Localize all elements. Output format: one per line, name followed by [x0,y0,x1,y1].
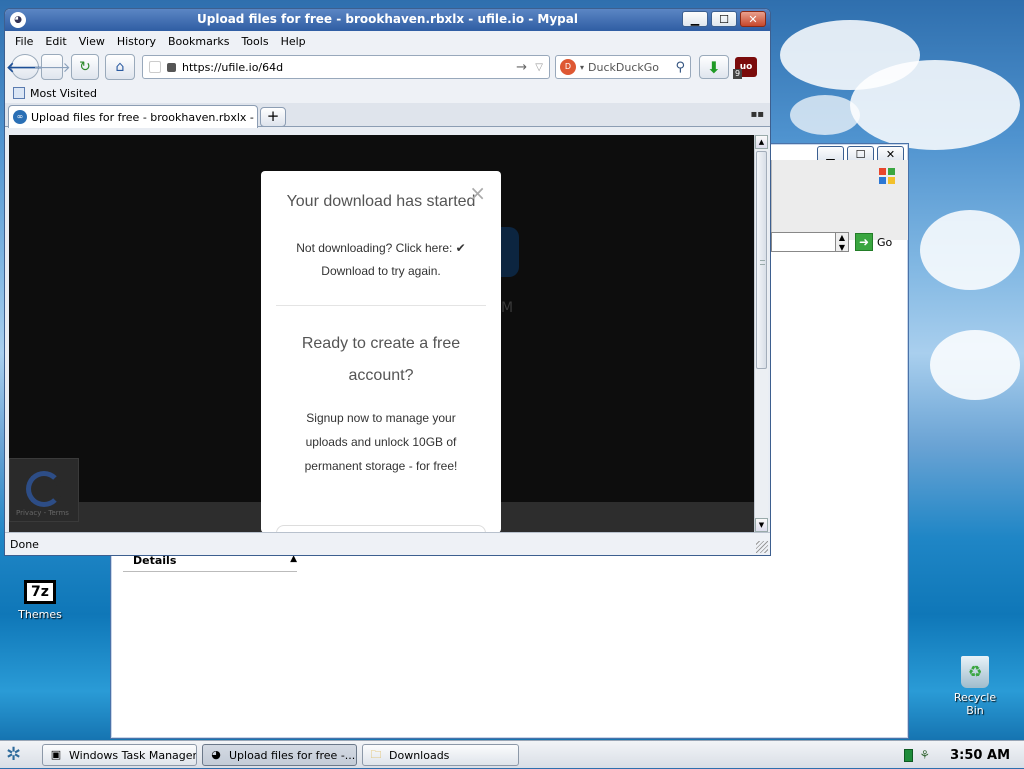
cloud [930,330,1020,400]
recaptcha-icon [26,471,62,507]
page-icon [149,61,161,73]
search-engine-dropdown-icon[interactable]: ▾ [580,63,584,72]
most-visited-link[interactable]: Most Visited [30,87,97,100]
menu-bookmarks[interactable]: Bookmarks [162,35,235,48]
downloads-button[interactable]: ⬇ [699,55,729,79]
url-text: https://ufile.io/64d [182,60,284,74]
ublock-badge: 9 [733,69,743,79]
scroll-thumb[interactable] [756,151,767,369]
system-tray: ⚘ 3:50 AM [904,741,1024,769]
menu-tools[interactable]: Tools [235,35,274,48]
close-icon[interactable]: × [469,183,486,203]
desktop-icon-label: Themes [18,608,62,621]
status-bar: Done [5,532,770,555]
menu-history[interactable]: History [111,35,162,48]
windows-logo-icon [877,166,897,186]
signup-text: Signup now to manage your uploads and un… [304,411,458,473]
cloud [920,210,1020,290]
tab-active[interactable]: ∞ Upload files for free - brookhaven.rbx… [8,105,258,128]
dropdown-icon[interactable]: ▽ [535,62,543,73]
divider [276,305,486,306]
desktop-icon-themes[interactable]: 7z Themes [14,580,66,621]
ublock-button[interactable]: uo 9 [733,57,757,79]
clock[interactable]: 3:50 AM [950,748,1010,763]
menu-help[interactable]: Help [275,35,312,48]
taskbar-item-label: Windows Task Manager [69,748,197,762]
scroll-down-arrow[interactable]: ▼ [755,518,768,532]
details-pane-header[interactable]: ▲ Details [123,554,297,572]
go-arrow-icon: ➜ [855,233,873,251]
not-downloading-text[interactable]: Not downloading? Click here: ✔ Download … [261,237,501,283]
modal-heading: Your download has started [286,193,476,210]
address-dropdown-icon[interactable]: ▲ ▼ [835,232,849,252]
browser-titlebar[interactable]: ◕ Upload files for free - brookhaven.rbx… [5,9,770,31]
taskbar-item-label: Downloads [389,748,450,762]
desktop-icon-recycle-bin[interactable]: ♻ Recycle Bin [944,656,1006,717]
go-label: Go [877,235,893,249]
lock-icon [167,62,176,72]
tray-network-icon[interactable]: ⚘ [919,748,930,762]
most-visited-icon [13,87,25,99]
desktop-icon-label: Recycle Bin [953,691,997,717]
tray-status-icon[interactable] [904,748,914,762]
signup-button-partial[interactable] [276,525,486,532]
recaptcha-badge[interactable]: Privacy - Terms [9,458,79,522]
menu-edit[interactable]: Edit [39,35,72,48]
reload-button[interactable]: ↻ [71,54,99,80]
browser-window[interactable]: ◕ Upload files for free - brookhaven.rbx… [4,8,771,556]
page-dimmed-text: M [501,300,514,316]
tab-list-icon[interactable]: ▪▪ [750,109,764,120]
menu-file[interactable]: File [9,35,39,48]
forward-button[interactable]: 🡒 [33,54,71,80]
recaptcha-footer: Privacy - Terms [16,509,69,517]
folder-icon: 🗀 [370,748,382,761]
tab-title: Upload files for free - brookhaven.rbxlx… [31,110,257,124]
scroll-thumb-grip [760,260,765,265]
navigation-toolbar: 🡐 🡒 ↻ ⌂ https://ufile.io/64d → ▽ D ▾ Duc… [5,51,770,83]
vertical-scrollbar[interactable]: ▲ ▼ [754,135,768,532]
cloud [850,60,1020,150]
page-content[interactable]: M Privacy - Terms × Your download has st… [9,135,754,532]
duckduckgo-icon[interactable]: D [560,59,576,75]
task-manager-icon: ▣ [50,748,62,761]
taskbar: ✲ ▣ Windows Task Manager ◕ Upload files … [0,740,1024,768]
tab-strip: ∞ Upload files for free - brookhaven.rbx… [5,103,770,128]
recycle-bin-icon: ♻ [961,656,989,688]
scroll-up-arrow[interactable]: ▲ [755,135,768,149]
search-box[interactable]: D ▾ DuckDuckGo ⚲ [555,55,691,79]
url-bar[interactable]: https://ufile.io/64d → ▽ [142,55,550,79]
home-button[interactable]: ⌂ [105,54,135,80]
cloud [790,95,860,135]
download-modal: × Your download has started Not download… [261,171,501,532]
menu-view[interactable]: View [73,35,111,48]
taskbar-item-label: Upload files for free -... [229,748,356,762]
7zip-icon: 7z [24,580,56,604]
minimize-button[interactable]: ▁ [682,11,708,27]
search-placeholder: DuckDuckGo [588,60,659,74]
close-button[interactable]: ✕ [740,11,766,27]
ufile-favicon-icon: ∞ [13,110,27,124]
taskbar-item-downloads[interactable]: 🗀 Downloads [362,744,519,766]
menu-bar: File Edit View History Bookmarks Tools H… [5,31,770,51]
taskbar-item-browser[interactable]: ◕ Upload files for free -... [202,744,357,766]
mypal-icon: ◕ [211,748,221,761]
maximize-button[interactable]: ☐ [711,11,737,27]
start-menu-icon[interactable]: ✲ [6,745,28,765]
search-icon[interactable]: ⚲ [675,60,685,75]
window-controls: ▁ ☐ ✕ [682,11,766,27]
window-title: Upload files for free - brookhaven.rbxlx… [197,12,578,26]
resize-grip-icon[interactable] [756,541,768,553]
new-tab-button[interactable]: + [260,107,286,127]
go-arrow-icon[interactable]: → [516,60,527,75]
taskbar-item-task-manager[interactable]: ▣ Windows Task Manager [42,744,197,766]
bookmarks-toolbar: Most Visited [5,83,770,103]
go-button[interactable]: ➜ Go [855,232,892,252]
ready-heading: Ready to create a free account? [301,335,461,384]
status-text: Done [10,537,39,551]
